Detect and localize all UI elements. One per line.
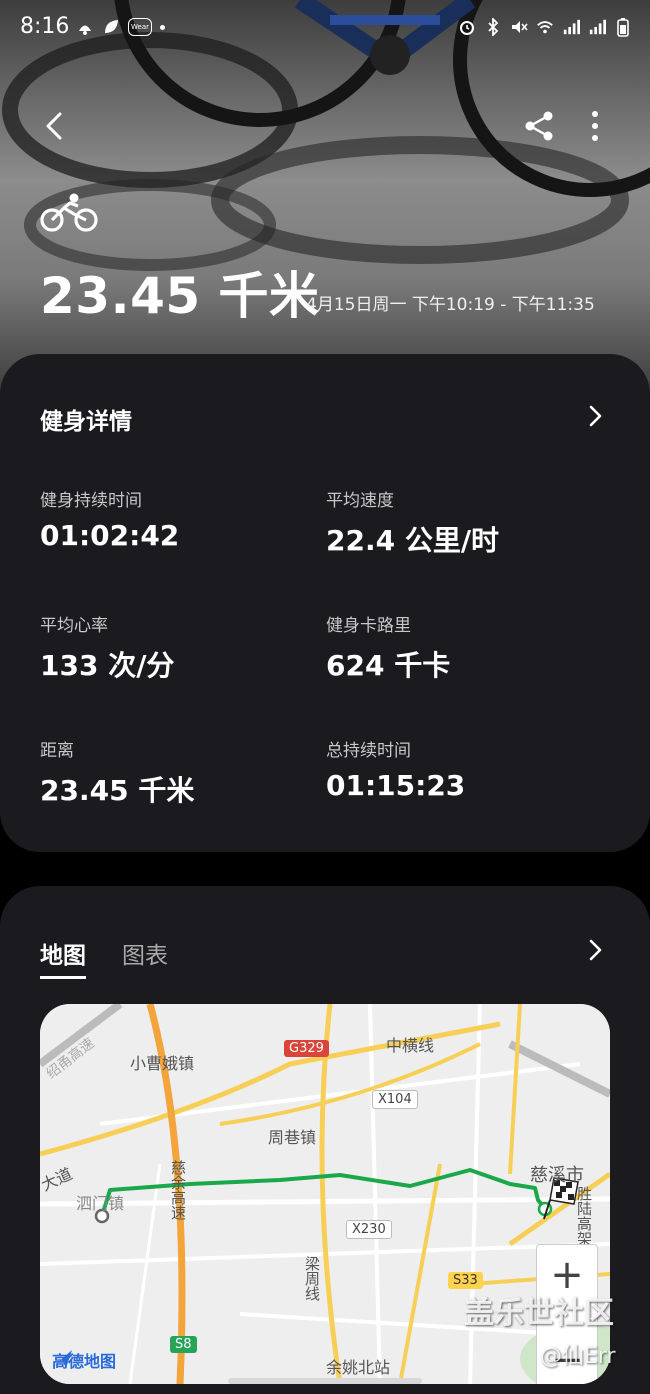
map-label: 泗门镇 — [76, 1194, 125, 1213]
metric-value: 133 次/分 — [40, 649, 175, 682]
share-icon — [525, 111, 553, 141]
road-badge: X230 — [346, 1220, 392, 1239]
top-app-bar — [0, 100, 650, 156]
more-options-button[interactable] — [580, 106, 610, 146]
share-button[interactable] — [520, 106, 560, 146]
leaf-icon — [102, 16, 120, 38]
cycling-icon — [40, 193, 98, 232]
metric-total-duration: 总持续时间 01:15:23 — [326, 736, 606, 802]
map-label: 胜陆高架 — [575, 1186, 593, 1246]
amap-logo-icon — [54, 1350, 72, 1368]
road-badge: S33 — [448, 1272, 483, 1289]
map-label: 梁周线 — [303, 1256, 321, 1301]
wear-app-icon: Wear — [128, 18, 152, 36]
status-bar: 8:16 Wear — [0, 0, 650, 58]
wifi-icon — [536, 16, 554, 38]
map-label: 余姚北站 — [326, 1358, 391, 1377]
metric-calories: 健身卡路里 624 千卡 — [326, 611, 606, 684]
tab-chart[interactable]: 图表 — [122, 936, 168, 979]
battery-icon — [614, 16, 632, 38]
signal-4g-icon — [562, 16, 580, 38]
more-notifications-dot — [160, 24, 165, 30]
metric-label: 距离 — [40, 741, 74, 761]
road-badge: X104 — [372, 1090, 418, 1109]
more-vert-icon — [592, 111, 598, 141]
metric-value: 22.4 公里/时 — [326, 524, 500, 557]
workout-details-card: 健身详情 健身持续时间 01:02:42 平均速度 22.4 公里/时 平均心率… — [0, 354, 650, 852]
map-label: 周巷镇 — [268, 1128, 317, 1147]
map-label: 慈余高速 — [169, 1160, 187, 1220]
metric-workout-duration: 健身持续时间 01:02:42 — [40, 486, 320, 552]
mute-icon — [510, 16, 528, 38]
metric-value: 01:15:23 — [326, 769, 466, 802]
metric-average-speed: 平均速度 22.4 公里/时 — [326, 486, 606, 559]
map-chevron-right-icon[interactable] — [584, 936, 606, 964]
details-chevron-right-icon[interactable] — [584, 402, 606, 430]
metric-value: 01:02:42 — [40, 519, 180, 552]
metric-label: 总持续时间 — [326, 741, 411, 761]
road-badge: S8 — [170, 1336, 197, 1353]
chevron-left-icon — [46, 112, 62, 140]
metric-label: 平均速度 — [326, 491, 394, 511]
metric-value: 624 千卡 — [326, 649, 451, 682]
notification-icon — [76, 16, 94, 38]
back-button[interactable] — [36, 104, 80, 148]
home-indicator[interactable] — [228, 1378, 422, 1384]
watermark-text: 盖乐世社区 — [464, 1296, 614, 1331]
metric-value: 23.45 千米 — [40, 774, 195, 807]
map-label: 慈溪市 — [530, 1165, 584, 1186]
metric-distance: 距离 23.45 千米 — [40, 736, 320, 809]
map-label: 中横线 — [386, 1036, 435, 1055]
status-time: 8:16 — [20, 14, 70, 39]
map-label: 小曹娥镇 — [130, 1054, 195, 1073]
workout-date-range: 4月15日周一 下午10:19 - 下午11:35 — [306, 295, 595, 315]
bluetooth-icon — [484, 16, 502, 38]
signal-4g-icon — [588, 16, 606, 38]
watermark-author: @仙Err — [540, 1344, 616, 1369]
tab-map[interactable]: 地图 — [40, 936, 86, 979]
metric-label: 平均心率 — [40, 616, 108, 636]
road-badge: G329 — [284, 1040, 329, 1057]
workout-distance-title: 23.45 千米 — [40, 267, 320, 325]
metric-label: 健身持续时间 — [40, 491, 142, 511]
details-title[interactable]: 健身详情 — [40, 402, 132, 436]
map-chart-tabs: 地图 图表 — [40, 936, 168, 979]
metric-average-heart-rate: 平均心率 133 次/分 — [40, 611, 320, 684]
map-provider-logo: 高德地图 — [52, 1348, 116, 1372]
metric-label: 健身卡路里 — [326, 616, 411, 636]
alarm-icon — [458, 16, 476, 38]
